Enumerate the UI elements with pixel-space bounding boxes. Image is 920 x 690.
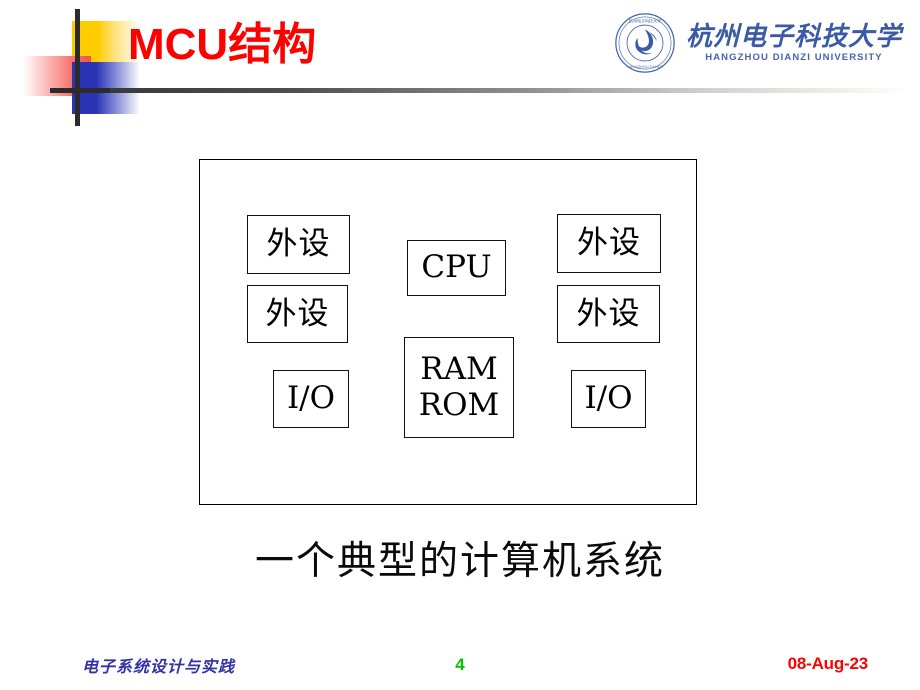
diagram-caption: 一个典型的计算机系统 — [254, 539, 665, 584]
university-name-cn: 杭州电子科技大学 — [685, 21, 902, 52]
diagram-node-memory-ram: RAM — [420, 351, 498, 388]
footer-page-number: 4 — [455, 655, 465, 674]
university-seal-icon: 杭州电子科技大学 HANGZHOU DIANZI — [615, 13, 675, 73]
presentation-slide: MCU结构 杭州电子科技大学 HANGZHOU DIANZI 杭州电子科技大学 … — [0, 0, 920, 690]
diagram-node-peripheral-right-1: 外设 — [557, 214, 661, 273]
university-logo: 杭州电子科技大学 HANGZHOU DIANZI 杭州电子科技大学 HANGZH… — [614, 12, 902, 74]
svg-text:HANGZHOU DIANZI: HANGZHOU DIANZI — [627, 65, 663, 69]
diagram-node-peripheral-right-2: 外设 — [557, 285, 660, 343]
diagram-node-io-right: I/O — [571, 370, 646, 428]
title-divider-rule — [110, 88, 910, 93]
footer-date: 08-Aug-23 — [787, 654, 869, 673]
page-title: MCU结构 — [128, 19, 317, 70]
system-diagram: 外设 外设 I/O CPU RAM ROM 外设 外设 I/O — [199, 159, 697, 505]
diagram-node-cpu: CPU — [407, 240, 506, 296]
university-name-en: HANGZHOU DIANZI UNIVERSITY — [705, 51, 883, 63]
diagram-node-memory-rom: ROM — [418, 386, 500, 423]
diagram-node-memory: RAM ROM — [404, 337, 514, 438]
diagram-node-peripheral-left-2: 外设 — [247, 285, 348, 343]
diagram-node-io-left: I/O — [273, 370, 349, 428]
diagram-node-peripheral-left-1: 外设 — [247, 215, 350, 274]
university-name-block: 杭州电子科技大学 HANGZHOU DIANZI UNIVERSITY — [686, 24, 902, 63]
page-title-latin: MCU — [128, 20, 229, 69]
svg-text:杭州电子科技大学: 杭州电子科技大学 — [629, 18, 661, 24]
cross-vertical-line — [75, 9, 80, 126]
page-title-cjk: 结构 — [228, 19, 317, 70]
